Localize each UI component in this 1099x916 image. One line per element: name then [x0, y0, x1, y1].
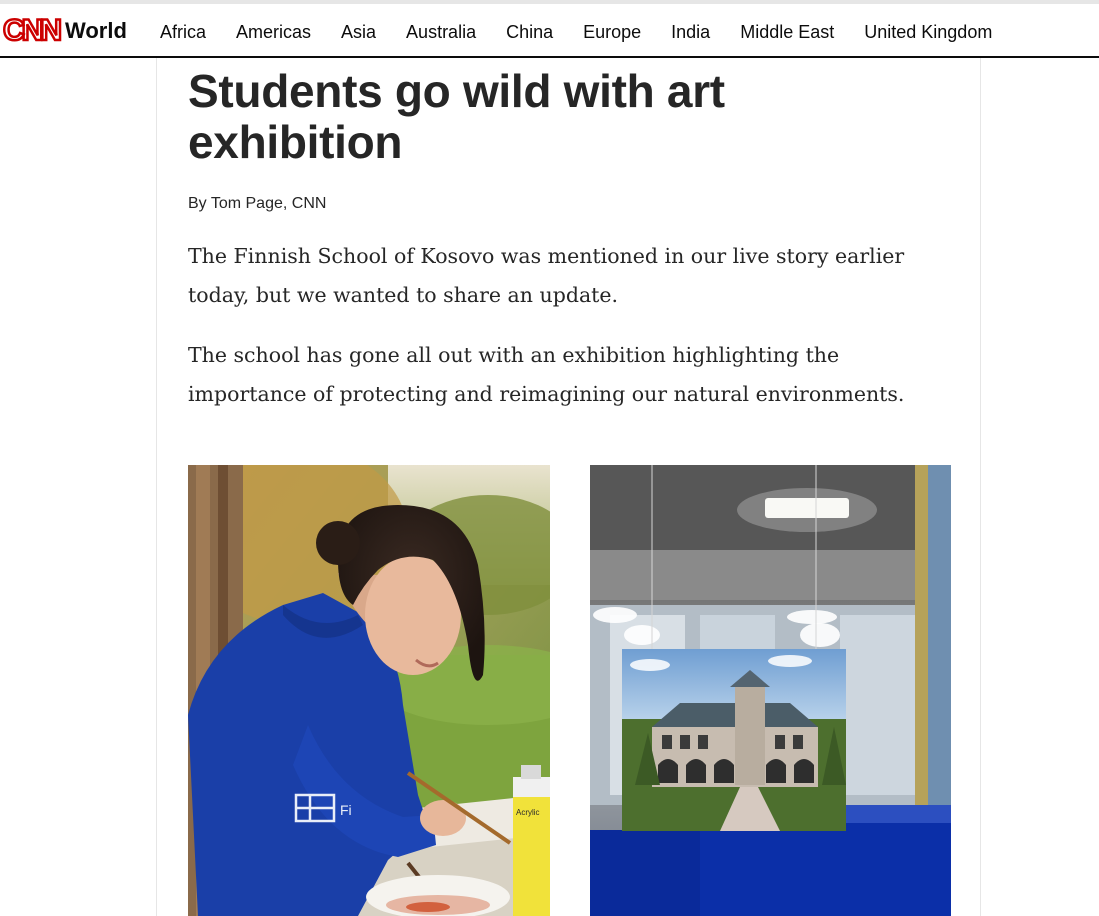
- nav-item-asia[interactable]: Asia: [341, 21, 376, 43]
- article-card: Students go wild with art exhibition By …: [156, 58, 981, 916]
- nav-item-americas[interactable]: Americas: [236, 21, 311, 43]
- cnn-world-logo[interactable]: CNN World: [2, 14, 127, 47]
- site-header: CNN World Africa Americas Asia Australia…: [0, 0, 1099, 58]
- cnn-logo[interactable]: CNN: [2, 14, 64, 47]
- building-painting-photo[interactable]: [590, 465, 951, 916]
- nav-item-europe[interactable]: Europe: [583, 21, 641, 43]
- nav-item-united-kingdom[interactable]: United Kingdom: [864, 21, 992, 43]
- article-byline[interactable]: By Tom Page, CNN: [188, 195, 326, 213]
- nav-item-india[interactable]: India: [671, 21, 710, 43]
- nav-item-middle-east[interactable]: Middle East: [740, 21, 834, 43]
- nav-item-australia[interactable]: Australia: [406, 21, 476, 43]
- region-nav: Africa Americas Asia Australia China Eur…: [160, 21, 1022, 43]
- student-painting-photo[interactable]: Fi Acrylic: [188, 465, 550, 916]
- paint-label: Acrylic: [516, 808, 540, 817]
- nav-item-china[interactable]: China: [506, 21, 553, 43]
- article-headline: Students go wild with art exhibition: [188, 65, 725, 168]
- nav-item-africa[interactable]: Africa: [160, 21, 206, 43]
- article-paragraph: The Finnish School of Kosovo was mention…: [188, 244, 905, 307]
- article-paragraph: The school has gone all out with an exhi…: [188, 343, 905, 406]
- section-title[interactable]: World: [65, 16, 127, 46]
- hoodie-text: Fi: [340, 802, 352, 818]
